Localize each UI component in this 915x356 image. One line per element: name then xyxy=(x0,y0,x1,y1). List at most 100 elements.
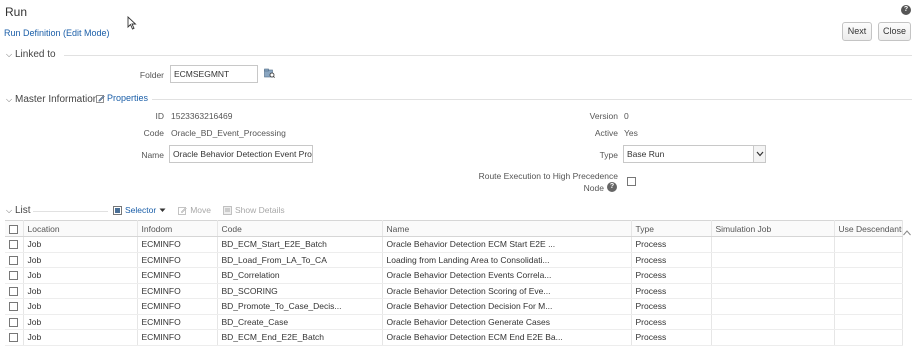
cell-infodom: ECMINFO xyxy=(137,283,218,299)
row-checkbox[interactable] xyxy=(9,317,18,327)
route-high-precedence-checkbox[interactable] xyxy=(627,177,636,186)
chevron-down-icon: ⌵ xyxy=(6,94,13,104)
code-value: Oracle_BD_Event_Processing xyxy=(171,128,286,138)
cell-type: Process xyxy=(631,252,712,268)
cell-type: Process xyxy=(631,236,712,253)
linked-to-title: Linked to xyxy=(15,49,56,60)
linked-to-section-header[interactable]: ⌵ Linked to xyxy=(6,49,56,60)
table-row[interactable]: Job ECMINFO BD_ECM_End_E2E_Batch Oracle … xyxy=(5,329,903,346)
table-row[interactable]: Job ECMINFO BD_ECM_Start_E2E_Batch Oracl… xyxy=(5,236,903,253)
cell-location: Job xyxy=(23,329,138,346)
section-divider xyxy=(64,55,912,56)
help-icon[interactable]: ? xyxy=(901,5,911,15)
row-checkbox[interactable] xyxy=(9,333,18,343)
chevron-down-icon: ⌵ xyxy=(6,205,13,215)
cell-use-descendants xyxy=(834,298,903,315)
cell-simulation-job xyxy=(711,267,835,284)
cell-name: Oracle Behavior Detection ECM End E2E Ba… xyxy=(382,329,632,346)
selector-icon xyxy=(113,205,122,215)
page-title: Run xyxy=(5,5,28,19)
cell-simulation-job xyxy=(711,283,835,299)
row-checkbox[interactable] xyxy=(9,240,18,250)
column-header-type[interactable]: Type xyxy=(631,220,712,237)
cell-infodom: ECMINFO xyxy=(137,236,218,253)
cell-infodom: ECMINFO xyxy=(137,329,218,346)
move-button[interactable]: Move xyxy=(178,205,211,215)
cell-code: BD_ECM_Start_E2E_Batch xyxy=(217,236,383,253)
cell-type: Process xyxy=(631,329,712,346)
row-checkbox[interactable] xyxy=(9,286,18,296)
cell-infodom: ECMINFO xyxy=(137,298,218,315)
close-button[interactable]: Close xyxy=(878,22,911,41)
row-checkbox-cell[interactable] xyxy=(5,252,24,268)
folder-field[interactable]: ECMSEGMNT xyxy=(170,65,258,83)
row-checkbox[interactable] xyxy=(9,302,18,312)
list-title: List xyxy=(15,205,31,216)
row-checkbox-cell[interactable] xyxy=(5,283,24,299)
table-row[interactable]: Job ECMINFO BD_Promote_To_Case_Decis... … xyxy=(5,298,903,315)
name-field[interactable]: Oracle Behavior Detection Event Proce xyxy=(169,145,313,163)
folder-browse-icon[interactable] xyxy=(264,68,275,80)
cell-use-descendants xyxy=(834,283,903,299)
breadcrumb[interactable]: Run Definition (Edit Mode) xyxy=(4,28,110,38)
table-row[interactable]: Job ECMINFO BD_Correlation Oracle Behavi… xyxy=(5,267,903,284)
cell-infodom: ECMINFO xyxy=(137,267,218,284)
row-checkbox-cell[interactable] xyxy=(5,298,24,315)
cell-location: Job xyxy=(23,298,138,315)
cell-code: BD_Create_Case xyxy=(217,314,383,330)
table-row[interactable]: Job ECMINFO BD_Load_From_LA_To_CA Loadin… xyxy=(5,252,903,268)
show-details-button[interactable]: Show Details xyxy=(223,205,285,215)
help-icon[interactable]: ? xyxy=(607,182,617,192)
cell-location: Job xyxy=(23,314,138,330)
properties-link[interactable]: Properties xyxy=(96,93,148,103)
list-section-header[interactable]: ⌵ List xyxy=(6,205,31,216)
table-header-row: Location Infodom Code Name Type Simulati… xyxy=(5,220,903,237)
cell-name: Oracle Behavior Detection Generate Cases xyxy=(382,314,632,330)
column-header-simulation-job[interactable]: Simulation Job xyxy=(711,220,835,237)
properties-edit-icon xyxy=(96,94,105,103)
code-label: Code xyxy=(143,128,164,138)
cell-use-descendants xyxy=(834,267,903,284)
run-list-table: Location Infodom Code Name Type Simulati… xyxy=(5,220,903,346)
selector-button[interactable]: Selector xyxy=(113,205,166,215)
row-checkbox-cell[interactable] xyxy=(5,329,24,346)
name-label: Name xyxy=(141,150,164,160)
move-icon xyxy=(178,206,187,215)
cell-location: Job xyxy=(23,267,138,284)
table-row[interactable]: Job ECMINFO BD_Create_Case Oracle Behavi… xyxy=(5,314,903,330)
next-button[interactable]: Next xyxy=(842,22,872,41)
cell-simulation-job xyxy=(711,298,835,315)
section-divider xyxy=(33,211,108,212)
cell-use-descendants xyxy=(834,329,903,346)
column-header-name[interactable]: Name xyxy=(382,220,632,237)
type-select[interactable]: Base Run xyxy=(623,145,766,163)
row-checkbox-cell[interactable] xyxy=(5,267,24,284)
cell-location: Job xyxy=(23,283,138,299)
cell-simulation-job xyxy=(711,252,835,268)
select-all-checkbox[interactable] xyxy=(9,224,18,234)
cell-code: BD_SCORING xyxy=(217,283,383,299)
master-info-section-header[interactable]: ⌵ Master Information xyxy=(6,94,98,105)
row-checkbox-cell[interactable] xyxy=(5,314,24,330)
column-header-code[interactable]: Code xyxy=(217,220,383,237)
scroll-up-icon[interactable] xyxy=(903,228,911,238)
row-checkbox-cell[interactable] xyxy=(5,236,24,253)
row-checkbox[interactable] xyxy=(9,271,18,281)
id-label: ID xyxy=(155,111,165,121)
cell-simulation-job xyxy=(711,236,835,253)
id-value: 1523363216469 xyxy=(171,111,233,121)
folder-label: Folder xyxy=(139,70,164,80)
column-header-infodom[interactable]: Infodom xyxy=(137,220,218,237)
table-row[interactable]: Job ECMINFO BD_SCORING Oracle Behavior D… xyxy=(5,283,903,299)
column-header-location[interactable]: Location xyxy=(23,220,138,237)
row-checkbox[interactable] xyxy=(9,255,18,265)
cell-name: Oracle Behavior Detection Events Correla… xyxy=(382,267,632,284)
column-header-use-descendants[interactable]: Use Descendants xyxy=(834,220,903,237)
cell-code: BD_Load_From_LA_To_CA xyxy=(217,252,383,268)
selector-label: Selector xyxy=(125,205,157,215)
cell-infodom: ECMINFO xyxy=(137,314,218,330)
move-label: Move xyxy=(190,205,211,215)
cell-use-descendants xyxy=(834,314,903,330)
select-all-checkbox-cell[interactable] xyxy=(5,220,24,237)
cell-type: Process xyxy=(631,283,712,299)
